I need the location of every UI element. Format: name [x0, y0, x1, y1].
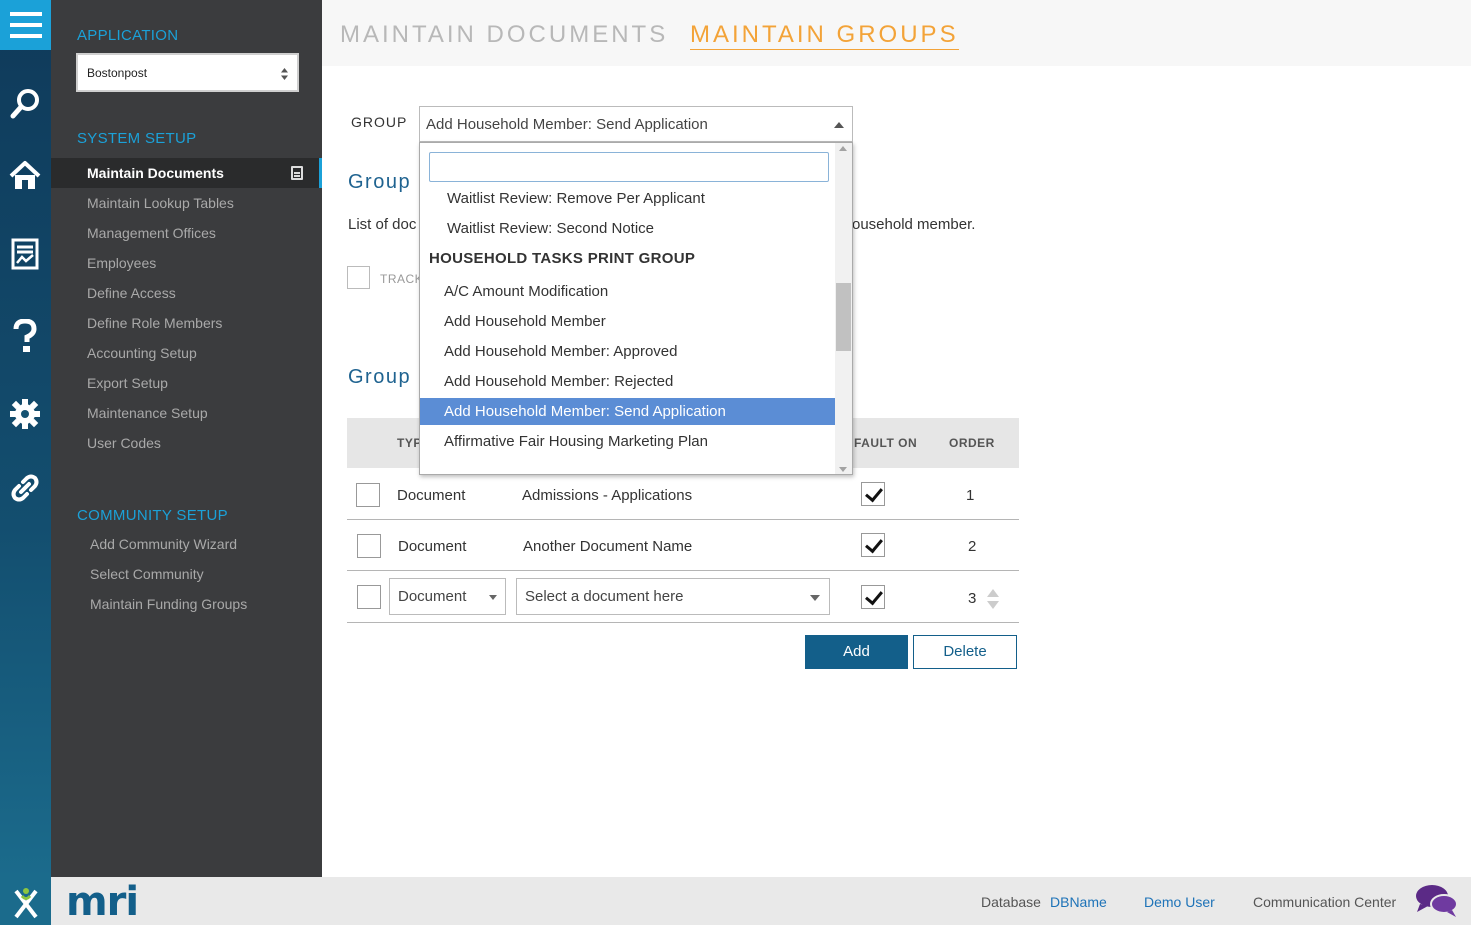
table-row-editable: Document Select a document here 3: [347, 571, 1019, 623]
footer: mri Database DBName Demo User Communicat…: [0, 877, 1471, 925]
row-type: Document: [398, 538, 467, 555]
nav-accounting-setup[interactable]: Accounting Setup: [51, 338, 322, 368]
caret-up-icon: [834, 122, 844, 128]
top-tab-bar: MAINTAIN DOCUMENTS MAINTAIN GROUPS: [322, 0, 1471, 66]
type-select-value: Document: [398, 588, 467, 605]
default-on-checkbox[interactable]: [861, 482, 885, 506]
group-select-value: Add Household Member: Send Application: [426, 116, 708, 133]
nav-export-setup[interactable]: Export Setup: [51, 368, 322, 398]
home-icon[interactable]: [9, 160, 41, 192]
row-document-name: Another Document Name: [523, 538, 693, 555]
dropdown-option[interactable]: Add Household Member: Approved: [420, 338, 836, 365]
chevron-down-icon: [810, 595, 820, 601]
nav-user-codes[interactable]: User Codes: [51, 428, 322, 458]
row-order: 2: [968, 538, 977, 555]
default-on-checkbox[interactable]: [861, 585, 885, 609]
x-logo-icon: [0, 877, 51, 925]
menu-icon[interactable]: [0, 0, 51, 50]
dropdown-option[interactable]: Waitlist Review: Remove Per Applicant: [420, 185, 836, 212]
select-arrows-icon: [281, 68, 288, 80]
icon-rail: [0, 0, 51, 877]
order-input[interactable]: 3: [968, 590, 976, 607]
nav-maintain-lookup-tables[interactable]: Maintain Lookup Tables: [51, 188, 322, 218]
track-label: TRACK: [380, 272, 424, 286]
search-icon[interactable]: [9, 88, 41, 120]
order-stepper-icon[interactable]: [986, 587, 1000, 611]
dropdown-search-input[interactable]: [429, 152, 829, 182]
nav-maintain-documents[interactable]: Maintain Documents: [51, 158, 322, 188]
mri-logo: mri: [66, 879, 139, 925]
row-select-checkbox[interactable]: [357, 534, 381, 558]
dropdown-group-header: HOUSEHOLD TASKS PRINT GROUP: [429, 250, 696, 267]
application-select-value: Bostonpost: [87, 66, 148, 80]
add-button[interactable]: Add: [805, 635, 908, 669]
tab-maintain-documents[interactable]: MAINTAIN DOCUMENTS: [340, 21, 668, 49]
scroll-down-icon[interactable]: [839, 467, 847, 472]
row-type: Document: [397, 487, 466, 504]
track-checkbox[interactable]: [347, 266, 370, 289]
chat-bubbles-icon[interactable]: [1414, 882, 1460, 925]
sidebar: APPLICATION Bostonpost SYSTEM SETUP Main…: [51, 0, 322, 877]
application-select[interactable]: Bostonpost: [76, 53, 299, 92]
communication-center-link[interactable]: Communication Center: [1253, 894, 1396, 910]
database-name-link[interactable]: DBName: [1050, 894, 1107, 910]
nav-add-community-wizard[interactable]: Add Community Wizard: [51, 529, 322, 559]
dropdown-scrollbar[interactable]: [835, 143, 852, 474]
dropdown-option-selected[interactable]: Add Household Member: Send Application: [420, 398, 836, 425]
group-description: List of doc: [348, 216, 417, 233]
group-dropdown-list: Waitlist Review: Remove Per Applicant Wa…: [419, 142, 853, 475]
nav-define-role-members[interactable]: Define Role Members: [51, 308, 322, 338]
document-select[interactable]: Select a document here: [516, 578, 830, 615]
system-setup-title: SYSTEM SETUP: [77, 130, 197, 147]
nav-label: Maintain Documents: [87, 165, 224, 181]
type-select[interactable]: Document: [389, 578, 506, 615]
scroll-up-icon[interactable]: [839, 146, 847, 151]
nav-maintain-funding-groups[interactable]: Maintain Funding Groups: [51, 589, 322, 619]
row-order: 1: [966, 487, 975, 504]
group-select[interactable]: Add Household Member: Send Application: [419, 106, 853, 142]
column-default-on: FAULT ON: [854, 436, 918, 450]
dropdown-option[interactable]: A/C Amount Modification: [420, 278, 836, 305]
default-on-checkbox[interactable]: [861, 533, 885, 557]
group-description-end: ousehold member.: [852, 216, 976, 233]
nav-employees[interactable]: Employees: [51, 248, 322, 278]
help-icon[interactable]: [9, 319, 41, 352]
dropdown-option[interactable]: Waitlist Review: Second Notice: [420, 215, 836, 242]
report-icon[interactable]: [9, 238, 41, 270]
dropdown-option[interactable]: Add Household Member: [420, 308, 836, 335]
table-row: Document Admissions - Applications 1: [347, 469, 1019, 520]
row-select-checkbox[interactable]: [356, 483, 380, 507]
application-section-title: APPLICATION: [77, 27, 179, 44]
link-icon[interactable]: [9, 472, 41, 504]
chevron-down-icon: [489, 595, 497, 600]
column-order: ORDER: [949, 436, 995, 450]
nav-select-community[interactable]: Select Community: [51, 559, 322, 589]
nav-management-offices[interactable]: Management Offices: [51, 218, 322, 248]
dropdown-option[interactable]: Affirmative Fair Housing Marketing Plan: [420, 428, 836, 455]
user-link[interactable]: Demo User: [1144, 894, 1215, 910]
database-label: Database: [981, 894, 1041, 910]
group-label: GROUP: [351, 114, 408, 130]
settings-gear-icon[interactable]: [9, 398, 41, 430]
document-select-placeholder: Select a document here: [525, 588, 684, 605]
nav-define-access[interactable]: Define Access: [51, 278, 322, 308]
community-setup-title: COMMUNITY SETUP: [77, 507, 228, 524]
nav-maintenance-setup[interactable]: Maintenance Setup: [51, 398, 322, 428]
group-details-heading: Group: [348, 171, 412, 193]
group-documents-heading: Group: [348, 366, 412, 388]
delete-button[interactable]: Delete: [913, 635, 1017, 669]
row-document-name: Admissions - Applications: [522, 487, 693, 504]
tab-maintain-groups[interactable]: MAINTAIN GROUPS: [690, 21, 959, 50]
document-icon: [291, 166, 303, 180]
scrollbar-thumb[interactable]: [836, 283, 851, 351]
dropdown-option[interactable]: Add Household Member: Rejected: [420, 368, 836, 395]
table-row: Document Another Document Name 2: [347, 520, 1019, 571]
row-select-checkbox[interactable]: [357, 585, 381, 609]
